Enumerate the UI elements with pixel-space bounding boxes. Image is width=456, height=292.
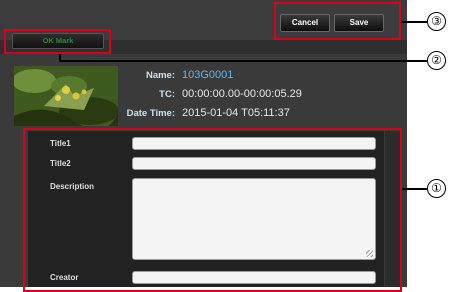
name-label: Name: <box>145 70 175 81</box>
datetime-value: 2015-01-04 T05:11:37 <box>182 107 290 119</box>
callout-box-2 <box>4 29 111 54</box>
callout-line-3 <box>401 21 427 23</box>
callout-line-1 <box>402 188 427 190</box>
callout-box-3 <box>274 2 401 40</box>
callout-line-2 <box>59 60 427 62</box>
clip-thumbnail-icon <box>14 66 118 126</box>
callout-number-1: ① <box>427 179 446 198</box>
thumbnail-image <box>14 66 118 126</box>
callout-number-2: ② <box>427 51 446 70</box>
tc-value: 00:00:00.00-00:00:05.29 <box>182 88 302 100</box>
datetime-label: Date Time: <box>126 108 175 119</box>
callout-number-3: ③ <box>427 12 446 31</box>
callout-box-1 <box>23 128 402 292</box>
tc-label: TC: <box>159 89 175 100</box>
name-value: 103G0001 <box>182 69 234 81</box>
